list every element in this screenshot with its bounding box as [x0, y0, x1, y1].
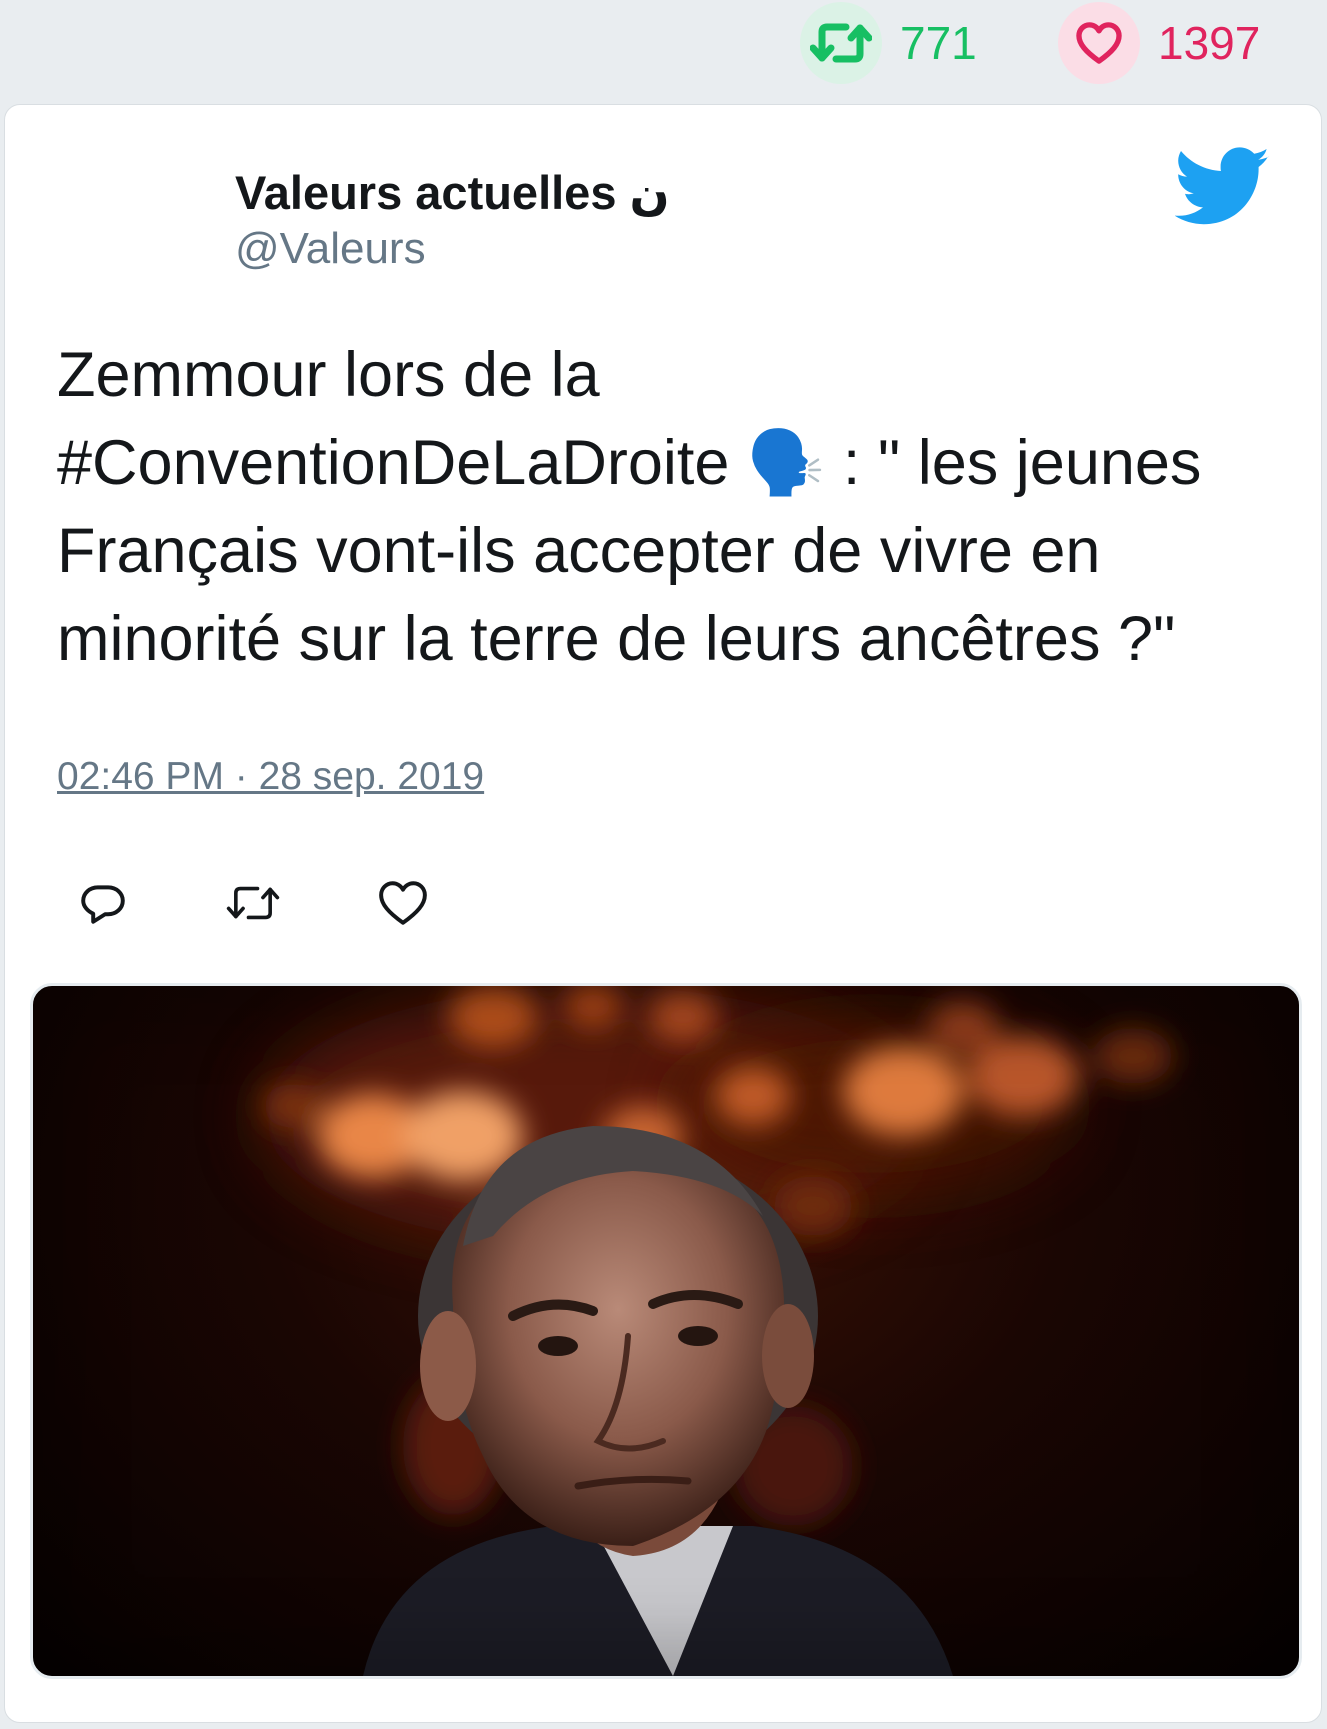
like-stat-icon-circle[interactable] [1058, 2, 1140, 84]
twitter-bird-icon[interactable] [1175, 147, 1271, 227]
like-button[interactable] [375, 875, 431, 931]
tweet-card: Valeurs actuelles ن @Valeurs Zemmour lor… [4, 104, 1322, 1723]
like-count: 1397 [1158, 17, 1261, 69]
author-handle[interactable]: @Valeurs [235, 223, 670, 276]
author-name[interactable]: Valeurs actuelles ن [235, 165, 670, 221]
stats-bar: 771 1397 [0, 0, 1327, 100]
heart-icon [379, 881, 427, 925]
like-stat[interactable]: 1397 [1058, 2, 1260, 84]
heart-icon [1076, 22, 1122, 64]
retweet-button[interactable] [225, 875, 281, 931]
retweet-count: 771 [900, 17, 977, 69]
retweet-stat[interactable]: 771 [800, 2, 977, 84]
tweet-photo[interactable] [30, 983, 1302, 1679]
retweet-icon [226, 886, 280, 920]
reply-button[interactable] [75, 875, 131, 931]
tweet-timestamp[interactable]: 02:46 PM · 28 sep. 2019 [57, 755, 484, 799]
tweet-actions [75, 875, 431, 931]
tweet-text: Zemmour lors de la #ConventionDeLaDroite… [57, 340, 1202, 674]
author-block[interactable]: Valeurs actuelles ن @Valeurs [235, 165, 670, 276]
retweet-stat-icon-circle[interactable] [800, 2, 882, 84]
reply-icon [81, 885, 125, 924]
photo-illustration [33, 986, 1299, 1676]
retweet-icon [810, 23, 872, 63]
